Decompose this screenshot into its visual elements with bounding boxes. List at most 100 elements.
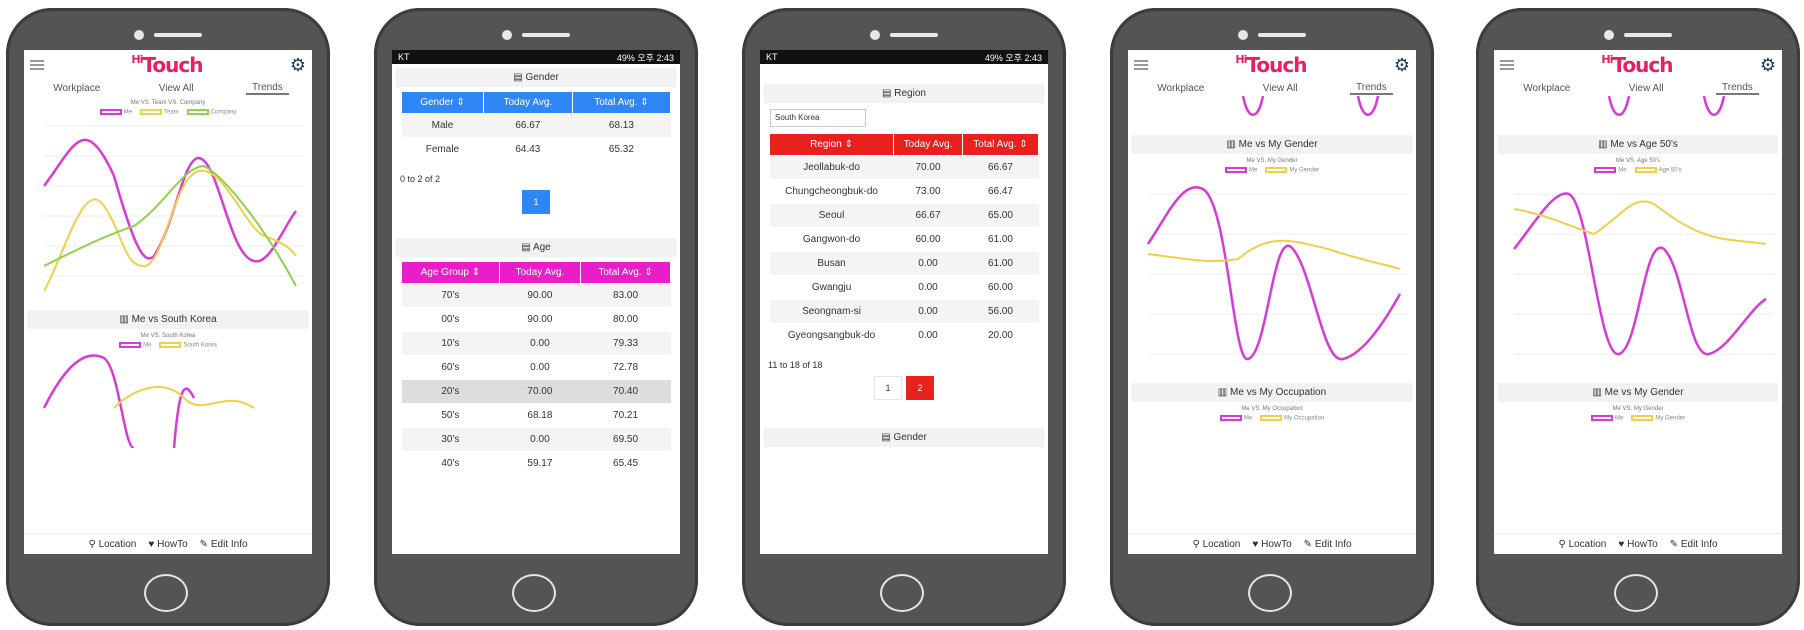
chart-title: Me VS. Team VS. Company bbox=[130, 100, 206, 106]
speaker bbox=[154, 33, 202, 37]
col-total[interactable]: Total Avg. ⇕ bbox=[580, 261, 671, 284]
tab-workplace[interactable]: Workplace bbox=[1151, 83, 1210, 94]
legend-me[interactable]: Me bbox=[1590, 414, 1623, 421]
legend-me[interactable]: Me bbox=[119, 341, 151, 348]
home-button[interactable] bbox=[1614, 574, 1658, 612]
legend-me[interactable]: Me bbox=[99, 109, 132, 116]
page-1-button[interactable]: 1 bbox=[874, 376, 902, 400]
chart-title: Me VS. My Occupation bbox=[1241, 405, 1303, 412]
tab-view-all[interactable]: View All bbox=[153, 83, 200, 94]
page-1-button[interactable]: 1 bbox=[522, 190, 550, 214]
tab-trends[interactable]: Trends bbox=[246, 82, 289, 95]
col-today: Today Avg. bbox=[498, 261, 582, 284]
legend-occupation[interactable]: My Occupation bbox=[1260, 414, 1324, 421]
table-row: Seoul 66.67 65.00 bbox=[769, 203, 1039, 228]
section-header[interactable]: ▥ Me vs My Occupation bbox=[1132, 382, 1412, 402]
col-region[interactable]: Region ⇕ bbox=[768, 133, 895, 156]
chart-legend: Me My Occupation bbox=[1128, 414, 1416, 421]
gear-icon[interactable]: ⚙ bbox=[290, 55, 306, 76]
legend-me[interactable]: Me bbox=[1224, 167, 1257, 174]
camera bbox=[134, 30, 144, 40]
phone-5: HiTouch ⚙ Workplace View All Trends ▥ Me… bbox=[1476, 8, 1800, 626]
chart-title: Me VS. My Gender bbox=[1246, 158, 1298, 164]
table-row: 10's 0.00 79.33 bbox=[401, 331, 671, 356]
howto-link[interactable]: ♥ HowTo bbox=[148, 539, 187, 550]
section-header[interactable]: ▥ Me vs My Gender bbox=[1132, 135, 1412, 154]
tab-view-all[interactable]: View All bbox=[1257, 83, 1304, 94]
line-chart bbox=[1513, 191, 1774, 355]
edit-info-link[interactable]: ✎ Edit Info bbox=[1304, 539, 1352, 550]
edit-info-link[interactable]: ✎ Edit Info bbox=[1670, 539, 1718, 550]
camera bbox=[1238, 30, 1248, 40]
section-header[interactable]: ▥ Me vs South Korea bbox=[28, 309, 308, 329]
edit-info-link[interactable]: ✎ Edit Info bbox=[200, 539, 248, 550]
region-table: Region ⇕ Today Avg. Total Avg. ⇕ Jeollab… bbox=[768, 133, 1040, 348]
bottom-nav: ⚲ Location ♥ HowTo ✎ Edit Info bbox=[1494, 533, 1782, 554]
legend-gender[interactable]: My Gender bbox=[1265, 167, 1319, 174]
table-row: 30's 0.00 69.50 bbox=[401, 427, 671, 452]
chart-title: Me VS. South Korea bbox=[140, 332, 196, 339]
line-chart bbox=[24, 116, 312, 306]
tabs: Workplace View All Trends bbox=[24, 80, 312, 96]
col-age-group[interactable]: Age Group ⇕ bbox=[401, 261, 500, 284]
bottom-nav: ⚲ Location ♥ HowTo ✎ Edit Info bbox=[1128, 533, 1416, 554]
line-chart-partial bbox=[1607, 95, 1726, 116]
section-header[interactable]: ▥ Me vs Age 50's bbox=[1498, 135, 1778, 154]
legend-me[interactable]: Me bbox=[1219, 414, 1252, 421]
howto-link[interactable]: ♥ HowTo bbox=[1252, 539, 1291, 550]
howto-link[interactable]: ♥ HowTo bbox=[1618, 539, 1657, 550]
section-header[interactable]: ▥ Me vs My Gender bbox=[1498, 382, 1778, 402]
legend-gender[interactable]: My Gender bbox=[1631, 414, 1685, 421]
page-info: 0 to 2 of 2 bbox=[400, 174, 441, 184]
table-row: 60's 0.00 72.78 bbox=[401, 355, 671, 380]
status-bar: KT 49% 오후 2:43 bbox=[392, 50, 680, 64]
legend-company[interactable]: Company bbox=[186, 109, 236, 116]
camera bbox=[870, 30, 880, 40]
screen-trends-age: HiTouch ⚙ Workplace View All Trends ▥ Me… bbox=[1494, 50, 1782, 554]
tabs: Workplace View All Trends bbox=[1128, 80, 1416, 96]
screen-trends: HiTouch ⚙ Workplace View All Trends Me V… bbox=[24, 50, 312, 554]
legend-age[interactable]: Age 50's bbox=[1634, 167, 1682, 174]
table-row: Chungcheongbuk-do 73.00 66.47 bbox=[769, 179, 1039, 204]
home-button[interactable] bbox=[512, 574, 556, 612]
home-button[interactable] bbox=[880, 574, 924, 612]
phone-4: HiTouch ⚙ Workplace View All Trends ▥ Me… bbox=[1110, 8, 1434, 626]
pagination: 1 bbox=[392, 190, 680, 214]
location-link[interactable]: ⚲ Location bbox=[1558, 539, 1606, 550]
table-row: Jeollabuk-do 70.00 66.67 bbox=[769, 155, 1039, 180]
table-row: Gangwon-do 60.00 61.00 bbox=[769, 227, 1039, 252]
camera bbox=[1604, 30, 1614, 40]
region-select[interactable]: South Korea bbox=[770, 109, 866, 127]
chart-legend: Me My Gender bbox=[1494, 414, 1782, 421]
menu-icon[interactable] bbox=[1500, 60, 1514, 70]
gender-header: ▤ Gender bbox=[396, 68, 676, 87]
location-link[interactable]: ⚲ Location bbox=[1192, 539, 1240, 550]
location-link[interactable]: ⚲ Location bbox=[88, 539, 136, 550]
tab-workplace[interactable]: Workplace bbox=[1517, 83, 1576, 94]
col-total[interactable]: Total Avg. ⇕ bbox=[571, 91, 672, 114]
gender-header: ▤ Gender bbox=[764, 428, 1044, 447]
table-row: Male 66.67 68.13 bbox=[401, 113, 671, 138]
home-button[interactable] bbox=[1248, 574, 1292, 612]
col-total[interactable]: Total Avg. ⇕ bbox=[961, 133, 1040, 156]
gear-icon[interactable]: ⚙ bbox=[1760, 55, 1776, 76]
page-2-button[interactable]: 2 bbox=[906, 376, 934, 400]
screen-trends-gender: HiTouch ⚙ Workplace View All Trends ▥ Me… bbox=[1128, 50, 1416, 554]
col-gender[interactable]: Gender ⇕ bbox=[401, 91, 484, 114]
menu-icon[interactable] bbox=[1134, 60, 1148, 70]
app-bar: HiTouch ⚙ bbox=[24, 50, 312, 80]
legend-team[interactable]: Team bbox=[139, 109, 179, 116]
tab-view-all[interactable]: View All bbox=[1623, 83, 1670, 94]
table-row: 00's 90.00 80.00 bbox=[401, 307, 671, 332]
bottom-nav: ⚲ Location ♥ HowTo ✎ Edit Info bbox=[24, 533, 312, 554]
menu-icon[interactable] bbox=[30, 60, 44, 70]
table-row: 20's 70.00 70.40 bbox=[401, 379, 671, 404]
legend-south-korea[interactable]: South Korea bbox=[159, 341, 217, 348]
gear-icon[interactable]: ⚙ bbox=[1394, 55, 1410, 76]
app-logo: HiTouch bbox=[1601, 53, 1673, 77]
legend-me[interactable]: Me bbox=[1594, 167, 1627, 174]
home-button[interactable] bbox=[144, 574, 188, 612]
tab-trends[interactable]: Trends bbox=[1716, 82, 1759, 95]
tab-trends[interactable]: Trends bbox=[1350, 82, 1393, 95]
tab-workplace[interactable]: Workplace bbox=[47, 83, 106, 94]
